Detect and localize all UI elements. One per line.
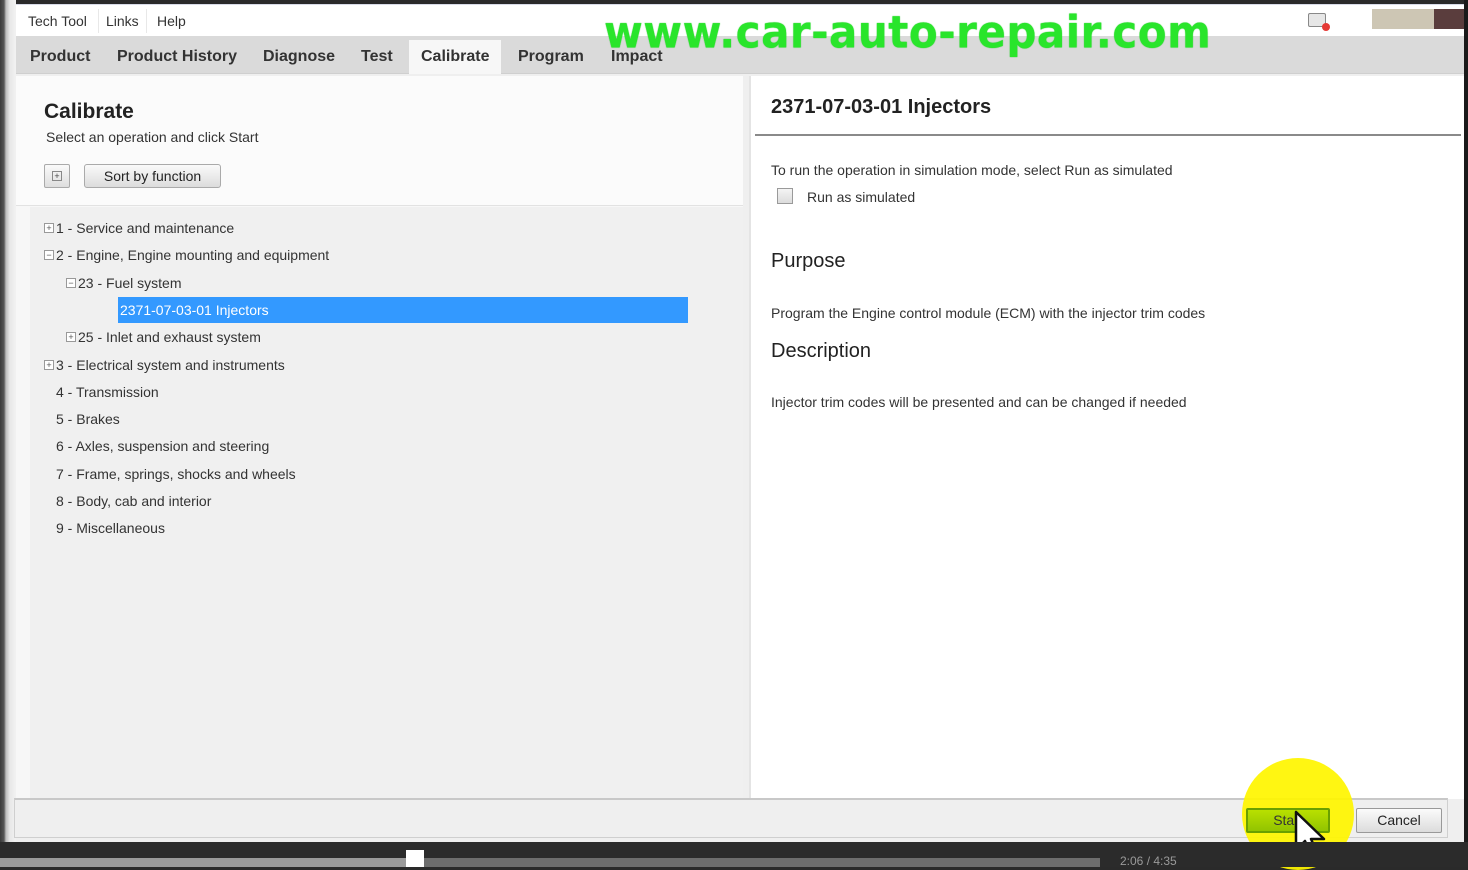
expand-icon[interactable]: + <box>66 332 76 343</box>
tree-item-label: 4 - Transmission <box>56 383 159 400</box>
tree-item[interactable]: 5 - Brakes <box>30 406 743 432</box>
tree-item-label: 2371-07-03-01 Injectors <box>118 296 688 323</box>
video-frame: Tech Tool Links Help Product Product His… <box>0 0 1468 870</box>
collapse-icon[interactable]: − <box>44 250 54 261</box>
tech-tool-window: Tech Tool Links Help Product Product His… <box>16 4 1464 842</box>
tree-item[interactable]: 9 - Miscellaneous <box>30 515 743 541</box>
cancel-button[interactable]: Cancel <box>1356 808 1442 833</box>
status-swatch <box>1372 9 1434 29</box>
description-text: Injector trim codes will be presented an… <box>771 394 1187 410</box>
window-left-edge <box>0 0 16 845</box>
tab-calibrate[interactable]: Calibrate <box>409 40 502 74</box>
operations-pane: Calibrate Select an operation and click … <box>16 76 743 799</box>
tree-item-label: 2 - Engine, Engine mounting and equipmen… <box>56 247 330 264</box>
page-title: Calibrate <box>44 100 134 123</box>
tree-item-label: 5 - Brakes <box>56 411 120 428</box>
tree-item-label: 25 - Inlet and exhaust system <box>78 329 261 346</box>
operation-details-pane: 2371-07-03-01 Injectors To run the opera… <box>749 76 1464 799</box>
description-heading: Description <box>771 340 872 362</box>
video-player-bar: 2:06 / 4:35 <box>0 842 1468 868</box>
menu-help[interactable]: Help <box>151 13 192 29</box>
collapse-icon[interactable]: − <box>66 277 76 288</box>
tree-item-label: 1 - Service and maintenance <box>56 220 235 236</box>
title-divider <box>755 134 1461 136</box>
video-progress-thumb[interactable] <box>406 850 424 867</box>
run-as-simulated-checkbox[interactable] <box>777 188 793 204</box>
menu-links[interactable]: Links <box>100 13 145 29</box>
tree-item[interactable]: −23 - Fuel system <box>30 270 743 296</box>
operation-title: 2371-07-03-01 Injectors <box>771 96 992 118</box>
simulation-hint: To run the operation in simulation mode,… <box>771 162 1173 178</box>
watermark-text: www.car-auto-repair.com <box>604 6 1212 59</box>
tree-item-label: 9 - Miscellaneous <box>56 520 165 537</box>
tab-product[interactable]: Product <box>18 40 102 74</box>
operations-tree: +1 - Service and maintenance −2 - Engine,… <box>30 207 743 799</box>
tab-test[interactable]: Test <box>349 40 405 74</box>
expand-icon[interactable]: + <box>44 223 54 233</box>
page-subtitle: Select an operation and click Start <box>46 129 259 145</box>
tree-item[interactable]: 6 - Axles, suspension and steering <box>30 433 743 459</box>
tree-item-label: 3 - Electrical system and instruments <box>56 356 285 373</box>
purpose-heading: Purpose <box>771 250 846 272</box>
purpose-text: Program the Engine control module (ECM) … <box>771 305 1206 321</box>
plus-box-icon: + <box>52 171 62 181</box>
expand-icon[interactable]: + <box>44 359 54 370</box>
notification-icon[interactable] <box>1308 13 1330 31</box>
status-swatch-dark <box>1434 9 1464 29</box>
tree-item[interactable]: +25 - Inlet and exhaust system <box>30 324 743 350</box>
tree-item-label: 23 - Fuel system <box>78 274 182 291</box>
tree-item-selected[interactable]: 2371-07-03-01 Injectors <box>30 296 743 323</box>
menu-tech-tool[interactable]: Tech Tool <box>22 13 93 29</box>
action-bar <box>14 798 1448 838</box>
tree-item[interactable]: 7 - Frame, springs, shocks and wheels <box>30 461 743 487</box>
run-as-simulated-label[interactable]: Run as simulated <box>807 189 915 205</box>
tree-item[interactable]: +3 - Electrical system and instruments <box>30 352 743 378</box>
video-time: 2:06 / 4:35 <box>1120 854 1177 868</box>
tab-diagnose[interactable]: Diagnose <box>251 40 347 74</box>
tree-item[interactable]: +1 - Service and maintenance <box>30 215 743 241</box>
expand-all-button[interactable]: + <box>44 164 70 188</box>
sort-by-function-button[interactable]: Sort by function <box>84 164 221 188</box>
video-progress-fill <box>0 858 406 867</box>
tab-product-history[interactable]: Product History <box>105 40 249 74</box>
menu-separator <box>146 9 147 33</box>
tree-item-label: 7 - Frame, springs, shocks and wheels <box>56 465 296 482</box>
tree-item-label: 8 - Body, cab and interior <box>56 493 212 509</box>
tree-item[interactable]: 4 - Transmission <box>30 379 743 405</box>
tree-item-label: 6 - Axles, suspension and steering <box>56 438 270 455</box>
tree-item[interactable]: 8 - Body, cab and interior <box>30 488 743 514</box>
operations-header: Calibrate Select an operation and click … <box>16 76 743 206</box>
menu-separator <box>98 9 99 33</box>
tab-program[interactable]: Program <box>506 40 596 74</box>
tree-item[interactable]: −2 - Engine, Engine mounting and equipme… <box>30 242 743 268</box>
window-right-edge <box>1464 0 1468 845</box>
